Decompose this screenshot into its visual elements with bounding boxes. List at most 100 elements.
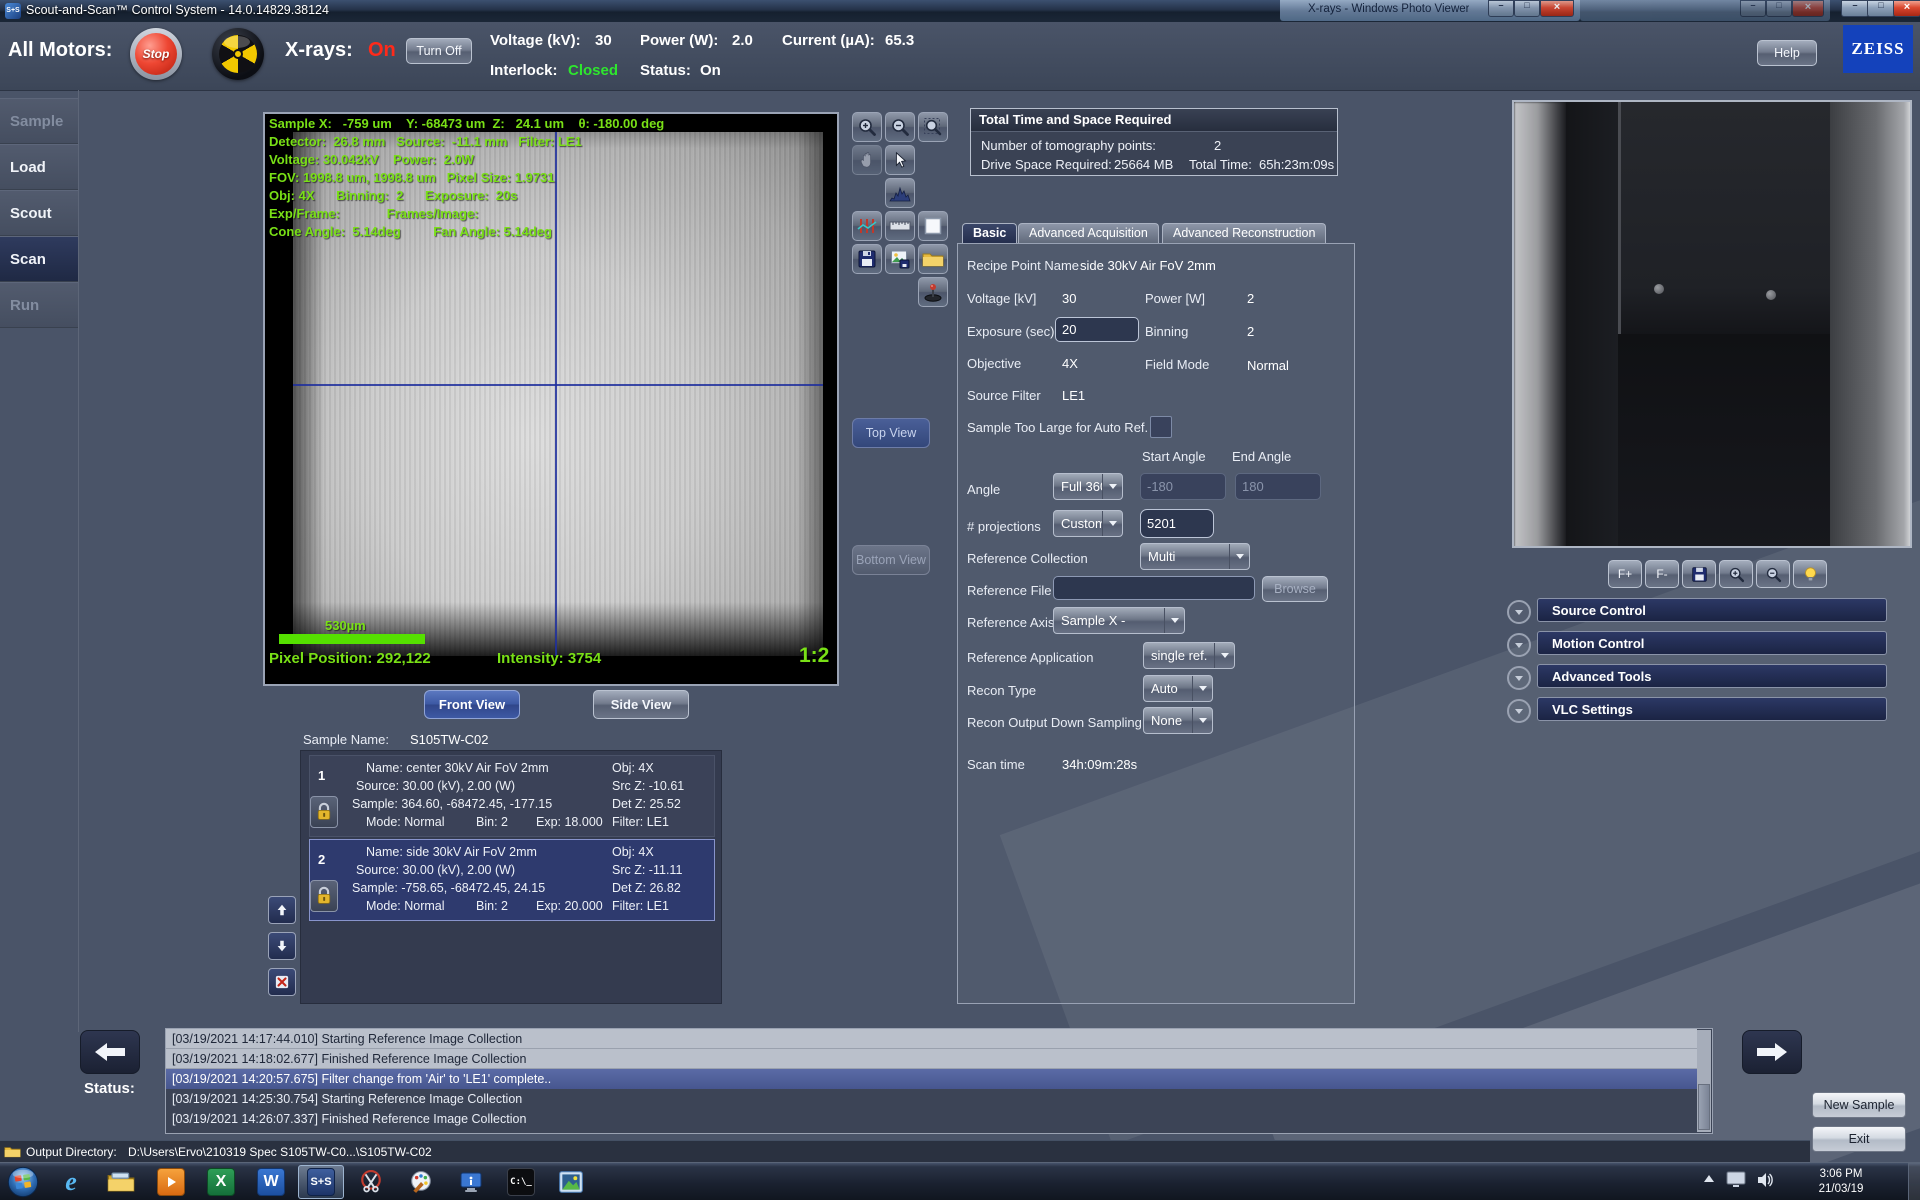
taskbar-command-prompt[interactable]: C:\_ [498,1165,544,1199]
taskbar-excel[interactable]: X [198,1165,244,1199]
recon-down-dropdown[interactable]: None [1143,707,1213,734]
top-view-button[interactable]: Top View [852,418,930,448]
motion-control-chevron-icon[interactable] [1507,633,1531,657]
sidebar-item-scan[interactable]: Scan [0,236,78,282]
taskbar-photo-viewer[interactable] [548,1165,594,1199]
delete-item-button[interactable] [268,968,296,996]
turn-off-button[interactable]: Turn Off [406,38,472,64]
focus-plus-button[interactable]: F+ [1608,560,1642,588]
help-button[interactable]: Help [1757,40,1817,66]
bg-minimize-button[interactable] [1488,0,1514,17]
sidebar-item-run[interactable]: Run [0,282,78,328]
accordion-vlc-settings[interactable]: VLC Settings [1537,697,1887,721]
log-row[interactable]: [03/19/2021 14:18:02.677] Finished Refer… [166,1049,1697,1069]
stop-button[interactable]: Stop [130,28,182,80]
exposure-input[interactable] [1055,317,1139,342]
tab-advanced-reconstruction[interactable]: Advanced Reconstruction [1162,223,1327,244]
ruler-button[interactable] [885,211,915,241]
open-folder-button[interactable] [918,244,948,274]
show-desktop-button[interactable] [1908,1163,1920,1200]
save-button[interactable] [852,244,882,274]
tray-volume-icon[interactable] [1756,1171,1774,1194]
joystick-button[interactable] [918,277,948,307]
recon-type-dropdown[interactable]: Auto [1143,675,1213,702]
ref-file-input[interactable] [1053,576,1255,600]
move-down-button[interactable] [268,932,296,960]
zoom-in-button[interactable] [852,112,882,142]
recipe-point-item-2[interactable]: Name: side 30kV Air FoV 2mm Obj: 4X Sour… [309,839,715,921]
start-button[interactable] [6,1165,40,1199]
light-button[interactable] [1793,560,1827,588]
bg2-maximize-button[interactable] [1766,0,1792,17]
projections-mode-dropdown[interactable]: Custom [1053,510,1123,537]
log-row[interactable]: [03/19/2021 14:17:44.010] Starting Refer… [166,1029,1697,1049]
close-button[interactable] [1893,0,1920,17]
log-row-selected[interactable]: [03/19/2021 14:20:57.675] Filter change … [166,1069,1697,1089]
browse-button[interactable]: Browse [1262,576,1328,602]
next-step-button[interactable] [1742,1030,1802,1074]
vlc-settings-chevron-icon[interactable] [1507,699,1531,723]
background-window-titlebar[interactable]: X-rays - Windows Photo Viewer [1280,0,1580,21]
accordion-advanced-tools[interactable]: Advanced Tools [1537,664,1887,688]
end-angle-input[interactable] [1235,473,1321,500]
accordion-motion-control[interactable]: Motion Control [1537,631,1887,655]
side-view-button[interactable]: Side View [593,690,689,719]
move-up-button[interactable] [268,896,296,924]
bottom-view-button[interactable]: Bottom View [852,545,930,575]
maximize-button[interactable] [1867,0,1895,17]
pan-hand-button[interactable] [852,145,882,175]
sidebar-item-sample[interactable]: Sample [0,98,78,144]
sidebar-item-scout[interactable]: Scout [0,190,78,236]
taskbar-system-info[interactable] [448,1165,494,1199]
start-angle-input[interactable] [1140,473,1226,500]
bg-close-button[interactable] [1540,0,1574,17]
histogram-button[interactable] [885,178,915,208]
taskbar-scout-and-scan[interactable]: S+S [298,1165,344,1199]
camera-zoom-out-button[interactable] [1756,560,1790,588]
sidebar-item-load[interactable]: Load [0,144,78,190]
recipe-point-item-1[interactable]: Name: center 30kV Air FoV 2mm Obj: 4X So… [309,755,715,837]
focus-minus-button[interactable]: F- [1645,560,1679,588]
advanced-tools-chevron-icon[interactable] [1507,666,1531,690]
bg-maximize-button[interactable] [1514,0,1540,17]
camera-zoom-in-button[interactable] [1719,560,1753,588]
ref-collection-dropdown[interactable]: Multi [1140,543,1250,570]
tray-expand-icon[interactable] [1704,1175,1714,1182]
ref-application-dropdown[interactable]: single ref. [1143,642,1235,669]
item-1-lock-button[interactable] [310,796,338,828]
new-sample-button[interactable]: New Sample [1812,1092,1906,1118]
select-cursor-button[interactable] [885,145,915,175]
camera-save-button[interactable] [1682,560,1716,588]
log-scrollbar-thumb[interactable] [1698,1084,1710,1130]
region-select-button[interactable] [918,211,948,241]
tab-basic[interactable]: Basic [962,223,1018,244]
tray-display-icon[interactable] [1726,1171,1746,1194]
accordion-source-control[interactable]: Source Control [1537,598,1887,622]
save-image-button[interactable] [885,244,915,274]
tab-advanced-acquisition[interactable]: Advanced Acquisition [1018,223,1159,244]
item-2-lock-button[interactable] [310,880,338,912]
taskbar-file-explorer[interactable] [98,1165,144,1199]
log-scrollbar[interactable] [1697,1030,1711,1132]
angle-dropdown[interactable]: Full 360 [1053,473,1123,500]
ref-axis-dropdown[interactable]: Sample X - [1053,607,1185,634]
taskbar-internet-explorer[interactable]: e [48,1165,94,1199]
taskbar-media-player[interactable] [148,1165,194,1199]
source-control-chevron-icon[interactable] [1507,600,1531,624]
log-row[interactable]: [03/19/2021 14:25:30.754] Starting Refer… [166,1089,1697,1109]
zoom-out-button[interactable] [885,112,915,142]
scout-image-panel[interactable]: Sample X: -759 um Y: -68473 um Z: 24.1 u… [263,112,839,686]
taskbar-clock[interactable]: 3:06 PM 21/03/19 [1798,1167,1884,1197]
zoom-fit-button[interactable] [918,112,948,142]
too-large-checkbox[interactable] [1150,416,1172,438]
taskbar-word[interactable]: W [248,1165,294,1199]
line-profile-button[interactable] [852,211,882,241]
previous-step-button[interactable] [80,1030,140,1074]
front-view-button[interactable]: Front View [424,690,520,719]
bg2-minimize-button[interactable] [1740,0,1766,17]
log-row[interactable]: [03/19/2021 14:26:07.337] Finished Refer… [166,1109,1697,1129]
exit-button[interactable]: Exit [1812,1126,1906,1152]
taskbar-snipping-tool[interactable] [348,1165,394,1199]
bg2-close-button[interactable] [1792,0,1824,17]
taskbar-paint[interactable] [398,1165,444,1199]
